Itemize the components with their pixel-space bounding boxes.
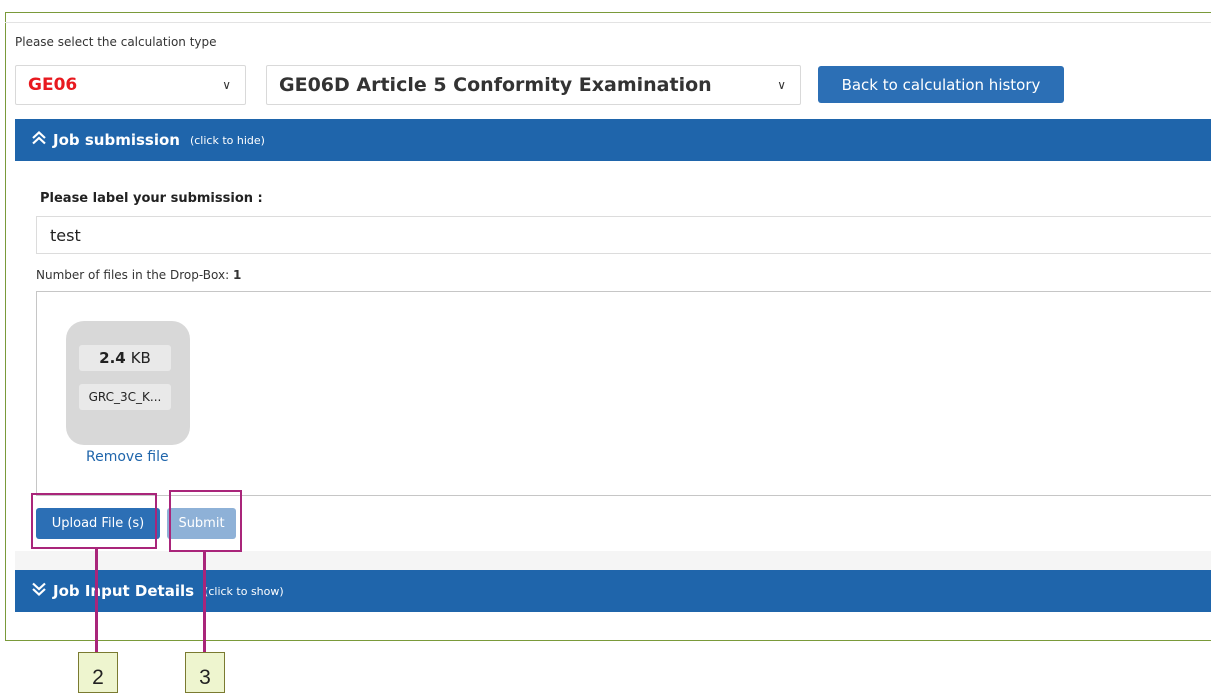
submission-label-prompt: Please label your submission : [40, 191, 263, 206]
double-chevron-up-icon [31, 131, 47, 149]
calc-subtype-select[interactable]: GE06D Article 5 Conformity Examination ∨ [266, 65, 801, 105]
job-input-details-header[interactable]: Job Input Details (click to show) [15, 570, 1211, 612]
calc-type-value: GE06 [28, 75, 78, 95]
submission-label-input[interactable]: test [36, 216, 1211, 254]
job-submission-hint: (click to hide) [189, 133, 265, 147]
drop-box[interactable] [36, 291, 1211, 496]
double-chevron-down-icon [31, 582, 47, 600]
chevron-down-icon: ∨ [222, 78, 231, 92]
files-count-label: Number of files in the Drop-Box: [36, 268, 230, 282]
back-to-history-button[interactable]: Back to calculation history [818, 66, 1064, 103]
job-input-details-title: Job Input Details [53, 582, 195, 600]
file-size: 2.4 KB [79, 345, 171, 371]
calc-subtype-value: GE06D Article 5 Conformity Examination [279, 74, 712, 96]
job-submission-header[interactable]: Job submission (click to hide) [15, 119, 1211, 161]
job-submission-title: Job submission [53, 131, 180, 149]
arrow-upload-line [95, 549, 98, 664]
arrow-submit-line [203, 552, 206, 664]
files-count-value: 1 [232, 268, 242, 282]
file-size-unit: KB [130, 349, 151, 367]
top-divider [5, 22, 1211, 23]
calc-type-label: Please select the calculation type [15, 35, 217, 49]
files-count: Number of files in the Drop-Box: 1 [36, 268, 241, 282]
remove-file-link[interactable]: Remove file [86, 449, 169, 465]
file-size-value: 2.4 [99, 349, 126, 367]
highlight-submit-box [169, 490, 242, 552]
calc-type-select[interactable]: GE06 ∨ [15, 65, 246, 105]
job-input-details-hint: (click to show) [204, 584, 284, 598]
highlight-upload-box [31, 493, 157, 549]
callout-2: 2 [78, 652, 118, 693]
callout-3: 3 [185, 652, 225, 693]
chevron-down-icon: ∨ [777, 78, 786, 92]
file-preview-card [66, 321, 190, 445]
file-name: GRC_3C_K... [79, 384, 171, 410]
